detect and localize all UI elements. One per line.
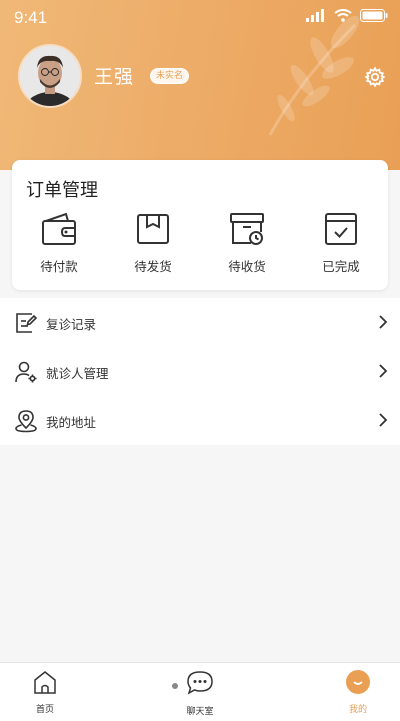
record-edit-icon [16,313,38,333]
tab-label: 我的 [348,705,367,715]
avatar-photo [20,46,80,106]
profile-row: 王强 未实名 [0,44,400,108]
tab-label: 首页 [35,705,54,715]
order-label: 待付款 [40,259,78,274]
menu-list: 复诊记录 就诊人管理 我的地址 [0,298,400,445]
package-icon [137,214,169,244]
tab-home[interactable]: 首页 [15,669,75,715]
menu-item-my-address[interactable]: 我的地址 [0,396,400,445]
wifi-icon [334,9,352,22]
order-label: 待收货 [228,259,266,274]
smile-icon [346,670,370,694]
completed-box-icon [325,213,357,245]
settings-gear-icon[interactable] [364,66,386,88]
verification-badge[interactable]: 未实名 [150,68,190,84]
menu-item-label: 我的地址 [46,415,97,430]
avatar[interactable] [18,44,82,108]
delivery-box-clock-icon [230,213,264,245]
menu-item-patient-management[interactable]: 就诊人管理 [0,347,400,396]
chevron-right-icon [379,315,388,329]
status-time: 9:41 [14,8,48,27]
chevron-right-icon [379,364,388,378]
menu-item-label: 复诊记录 [46,317,97,332]
chevron-right-icon [379,413,388,427]
battery-icon [360,9,388,22]
menu-item-label: 就诊人管理 [46,366,109,381]
order-label: 已完成 [322,259,360,274]
order-label: 待发货 [134,259,172,274]
order-pending-payment[interactable]: 待付款 [12,210,106,280]
user-settings-icon [15,361,37,383]
profile-header: 9:41 王强 未实名 [0,0,400,170]
order-management-card: 订单管理 待付款 待发货 待收货 已完成 [12,160,388,290]
chat-icon [187,671,213,695]
user-name: 王强 [94,66,135,88]
order-management-title: 订单管理 [26,180,98,201]
tab-label: 聊天室 [186,707,214,717]
signal-icon [306,9,324,22]
bottom-tab-bar: 首页 聊天室 我的 [0,662,400,721]
tab-chatroom[interactable]: 聊天室 [170,669,230,717]
tab-mine[interactable]: 我的 [328,669,388,715]
home-icon [34,671,56,694]
status-bar: 9:41 [0,0,400,34]
wallet-icon [42,212,76,245]
order-pending-receipt[interactable]: 待收货 [200,210,294,280]
order-pending-shipment[interactable]: 待发货 [106,210,200,280]
location-pin-icon [15,410,37,433]
menu-item-revisit-records[interactable]: 复诊记录 [0,298,400,347]
order-completed[interactable]: 已完成 [294,210,388,280]
